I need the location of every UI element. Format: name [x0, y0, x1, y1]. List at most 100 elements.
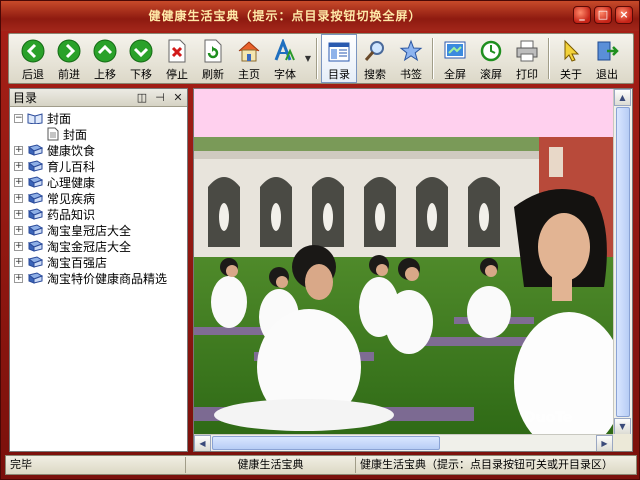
home-icon	[236, 38, 262, 64]
fullscreen-button[interactable]: 全屏	[437, 34, 473, 83]
refresh-button[interactable]: 刷新	[195, 34, 231, 83]
scroll-button[interactable]: 滚屏	[473, 34, 509, 83]
refresh-icon	[200, 38, 226, 64]
horizontal-scroll-thumb[interactable]	[212, 436, 440, 450]
tree-node-label: 药品知识	[47, 207, 96, 222]
back-button[interactable]: 后退	[15, 34, 51, 83]
close-button[interactable]: ×	[615, 6, 633, 24]
up-arrow-icon	[92, 38, 118, 64]
move-up-label: 上移	[94, 68, 116, 81]
expand-icon[interactable]: +	[14, 209, 23, 219]
pin-icon[interactable]: ⊣	[151, 91, 169, 104]
down-arrow-icon	[128, 38, 154, 64]
font-label: 字体	[274, 68, 296, 81]
minimize-button[interactable]: _	[573, 6, 591, 24]
tree-node-label: 淘宝百强店	[47, 255, 108, 270]
vertical-scrollbar[interactable]: ▲ ▼	[613, 89, 632, 435]
book-icon	[27, 256, 43, 268]
expand-icon[interactable]: +	[14, 145, 23, 155]
expand-icon[interactable]: +	[14, 225, 23, 235]
app-window: 健健康生活宝典（提示：点目录按钮切换全屏） _ □ × 后退 前进 上移 下移 …	[0, 0, 640, 480]
scroll-right-icon[interactable]: ▶	[596, 435, 613, 451]
about-label: 关于	[560, 68, 582, 81]
scroll-icon	[478, 38, 504, 64]
bookmark-button[interactable]: 书签	[393, 34, 429, 83]
scroll-down-icon[interactable]: ▼	[614, 418, 631, 435]
scroll-left-icon[interactable]: ◀	[194, 435, 211, 451]
title-bar[interactable]: 健健康生活宝典（提示：点目录按钮切换全屏） _ □ ×	[1, 1, 639, 31]
tree-node-common-diseases[interactable]: + 常见疾病	[14, 190, 187, 206]
toolbar-separator	[316, 38, 318, 79]
yoga-photo: DuoTe	[194, 137, 613, 435]
exit-button[interactable]: 退出	[589, 34, 625, 83]
tree-node-cover[interactable]: − 封面	[14, 110, 187, 126]
font-dropdown-arrow-icon[interactable]: ▼	[303, 34, 313, 83]
stop-label: 停止	[166, 68, 188, 81]
tree-node-healthy-diet[interactable]: + 健康饮食	[14, 142, 187, 158]
status-bar: 完毕 健康生活宝典 健康生活宝典（提示：点目录按钮可关或开目录区）	[5, 455, 637, 475]
toolbar: 后退 前进 上移 下移 停止 刷新 主页 字体 ▼ 目录 搜索 书签 全屏 滚屏…	[8, 33, 634, 84]
tree-node-taobao-gold-crown-shops[interactable]: + 淘宝金冠店大全	[14, 238, 187, 254]
close-icon[interactable]: ✕	[169, 91, 187, 104]
print-button[interactable]: 打印	[509, 34, 545, 83]
tree-node-label: 封面	[63, 127, 88, 142]
font-button[interactable]: 字体	[267, 34, 303, 83]
contents-button[interactable]: 目录	[321, 34, 357, 83]
book-icon	[27, 224, 43, 236]
tree-node-taobao-top-100[interactable]: + 淘宝百强店	[14, 254, 187, 270]
stop-icon	[164, 38, 190, 64]
content-view[interactable]: DuoTe ▲ ▼ ◀ ▶	[193, 88, 633, 452]
book-icon	[27, 176, 43, 188]
tree-node-cover-page[interactable]: 封面	[14, 126, 187, 142]
vertical-scroll-thumb[interactable]	[616, 107, 630, 417]
svg-text:DuoTe: DuoTe	[524, 410, 572, 426]
exit-label: 退出	[596, 68, 618, 81]
tree-node-drug-knowledge[interactable]: + 药品知识	[14, 206, 187, 222]
contents-panel-title: 目录	[13, 91, 38, 105]
scroll-up-icon[interactable]: ▲	[614, 89, 631, 106]
tree-node-label: 淘宝皇冠店大全	[47, 223, 132, 238]
stop-button[interactable]: 停止	[159, 34, 195, 83]
font-icon	[272, 38, 298, 64]
horizontal-scrollbar[interactable]: ◀ ▶	[194, 434, 613, 451]
bookmark-star-icon	[398, 38, 424, 64]
book-icon	[27, 240, 43, 252]
collapse-icon[interactable]: −	[14, 113, 23, 123]
forward-label: 前进	[58, 68, 80, 81]
fullscreen-label: 全屏	[444, 68, 466, 81]
tree-node-label: 健康饮食	[47, 143, 96, 158]
move-up-button[interactable]: 上移	[87, 34, 123, 83]
refresh-label: 刷新	[202, 68, 224, 81]
tree-node-mental-health[interactable]: + 心理健康	[14, 174, 187, 190]
search-button[interactable]: 搜索	[357, 34, 393, 83]
home-button[interactable]: 主页	[231, 34, 267, 83]
scrollbar-corner	[613, 434, 632, 451]
status-left: 完毕	[6, 457, 186, 473]
search-icon	[362, 38, 388, 64]
book-icon	[27, 272, 43, 284]
maximize-button[interactable]: □	[594, 6, 612, 24]
expand-icon[interactable]: +	[14, 241, 23, 251]
forward-button[interactable]: 前进	[51, 34, 87, 83]
expand-icon[interactable]: +	[14, 177, 23, 187]
search-label: 搜索	[364, 68, 386, 81]
about-button[interactable]: 关于	[553, 34, 589, 83]
tree-node-parenting[interactable]: + 育儿百科	[14, 158, 187, 174]
move-down-label: 下移	[130, 68, 152, 81]
expand-icon[interactable]: +	[14, 193, 23, 203]
tree-node-label: 淘宝特价健康商品精选	[47, 271, 168, 286]
move-down-button[interactable]: 下移	[123, 34, 159, 83]
forward-arrow-icon	[56, 38, 82, 64]
home-label: 主页	[238, 68, 260, 81]
tree-node-taobao-special-offers[interactable]: + 淘宝特价健康商品精选	[14, 270, 187, 286]
book-icon	[27, 144, 43, 156]
panel-menu-icon[interactable]: ◫	[133, 91, 151, 104]
expand-icon[interactable]: +	[14, 161, 23, 171]
expand-icon[interactable]: +	[14, 257, 23, 267]
expand-icon[interactable]: +	[14, 273, 23, 283]
exit-icon	[594, 38, 620, 64]
contents-tree: − 封面 封面 + 健康饮食 + 育儿百科 + 心理健康 + 常见疾病 + 药品…	[10, 107, 187, 286]
toolbar-separator	[548, 38, 550, 79]
back-arrow-icon	[20, 38, 46, 64]
tree-node-taobao-crown-shops[interactable]: + 淘宝皇冠店大全	[14, 222, 187, 238]
